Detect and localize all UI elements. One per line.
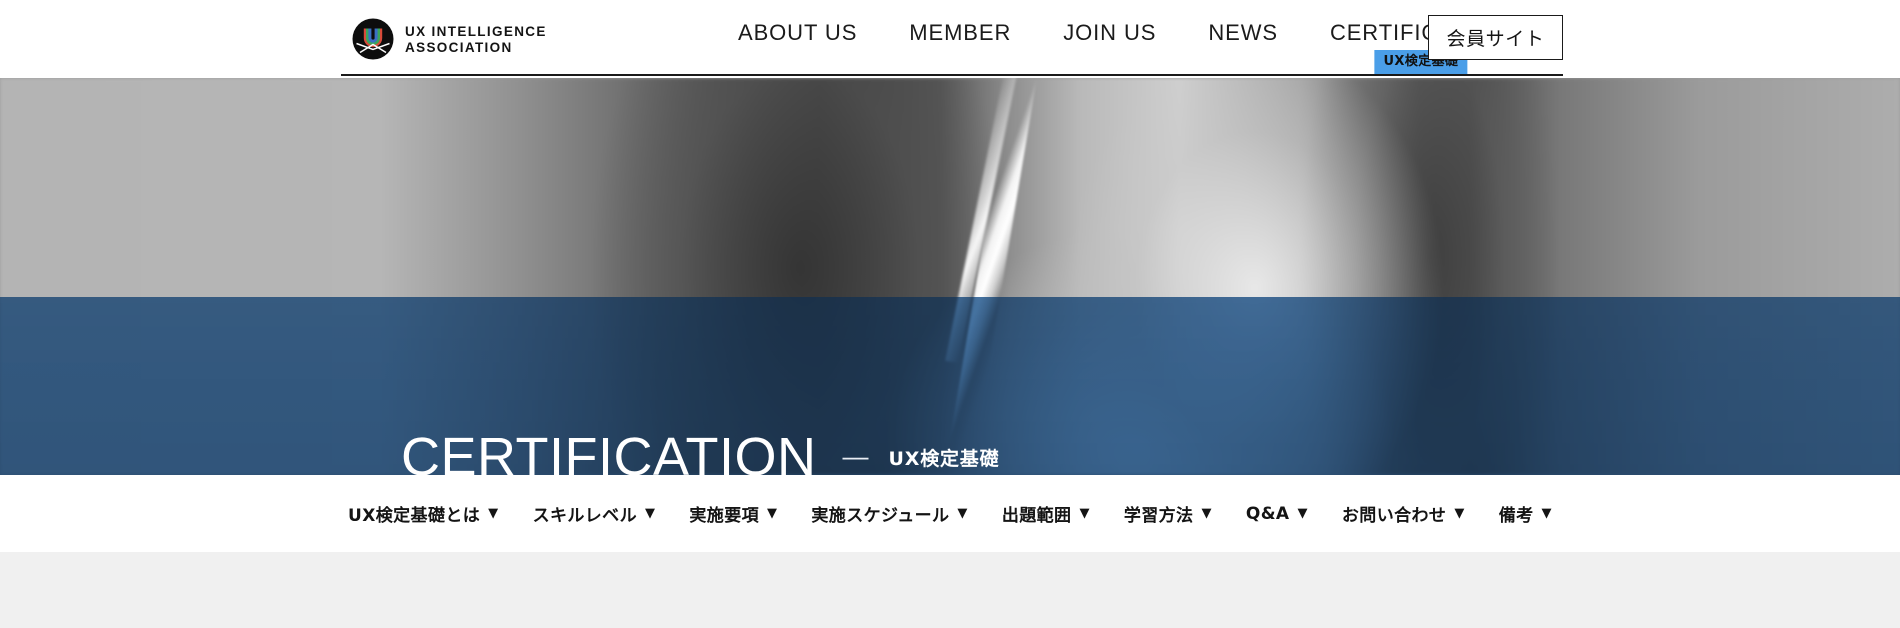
subnav-item-otoiawase[interactable]: お問い合わせ ▼ [1325, 501, 1482, 526]
site-header: UX INTELLIGENCE ASSOCIATION ABOUT US MEM… [0, 0, 1900, 78]
logo-line-1: UX INTELLIGENCE [405, 23, 547, 39]
chevron-down-icon: ▼ [644, 506, 656, 521]
subnav-item-label: 実施スケジュール [811, 506, 950, 526]
nav-item-about-us[interactable]: ABOUT US [712, 20, 883, 46]
subnav-item-label: お問い合わせ [1341, 506, 1447, 526]
chevron-down-icon: ▼ [1079, 506, 1090, 521]
site-logo[interactable]: UX INTELLIGENCE ASSOCIATION [352, 17, 547, 61]
nav-item-label: JOIN US [1063, 20, 1157, 45]
nav-item-news[interactable]: NEWS [1182, 20, 1304, 46]
chevron-down-icon: ▼ [1454, 506, 1465, 521]
subnav-item-jisshi-schedule[interactable]: 実施スケジュール ▼ [794, 501, 984, 526]
subnav-item-ux-kentei-kiso-towa[interactable]: UX検定基礎とは ▼ [331, 501, 516, 526]
nav-item-label: NEWS [1208, 20, 1278, 45]
subnav-item-qa[interactable]: Q&A ▼ [1229, 504, 1325, 524]
hero-heading-group: CERTIFICATION — UX検定基礎 [401, 430, 999, 475]
subnav-item-label: 備考 [1498, 506, 1534, 526]
hero-banner: CERTIFICATION — UX検定基礎 [0, 78, 1900, 475]
subnav-item-label: UX検定基礎とは [348, 506, 481, 526]
subnav-item-shutsudai-hani[interactable]: 出題範囲 ▼ [985, 501, 1107, 526]
content-area [0, 552, 1900, 628]
subnav-item-label: 出題範囲 [1001, 506, 1072, 526]
nav-item-label: ABOUT US [738, 20, 858, 45]
uxia-circle-logo-icon [352, 18, 394, 60]
page-root: UX INTELLIGENCE ASSOCIATION ABOUT US MEM… [0, 0, 1900, 628]
nav-item-member[interactable]: MEMBER [883, 20, 1037, 46]
subnav-item-skill-level[interactable]: スキルレベル ▼ [516, 501, 673, 526]
chevron-down-icon: ▼ [1541, 506, 1552, 521]
subnav-item-label: スキルレベル [532, 506, 637, 526]
subnav-item-label: 実施要項 [689, 506, 759, 526]
site-logo-wordmark: UX INTELLIGENCE ASSOCIATION [405, 24, 547, 55]
subnav-item-gakushu-houhou[interactable]: 学習方法 ▼ [1107, 501, 1229, 526]
member-site-button[interactable]: 会員サイト [1428, 15, 1563, 60]
chevron-down-icon: ▼ [957, 506, 968, 521]
hero-subtitle: UX検定基礎 [888, 448, 1000, 470]
member-site-button-label: 会員サイト [1446, 28, 1545, 50]
subnav-item-label: Q&A [1245, 503, 1290, 524]
logo-line-2: ASSOCIATION [405, 40, 513, 55]
chevron-down-icon: ▼ [767, 506, 778, 521]
chevron-down-icon: ▼ [1297, 506, 1308, 521]
chevron-down-icon: ▼ [1201, 506, 1212, 521]
subnav-item-label: 学習方法 [1123, 506, 1194, 526]
page-title: CERTIFICATION [401, 427, 817, 475]
certification-subnavigation: UX検定基礎とは ▼ スキルレベル ▼ 実施要項 ▼ 実施スケジュール ▼ 出題… [0, 475, 1900, 552]
nav-item-join-us[interactable]: JOIN US [1037, 20, 1182, 46]
hero-separator-dash: — [842, 441, 869, 471]
main-navigation: ABOUT US MEMBER JOIN US NEWS CERTIFICATI… [712, 20, 1534, 74]
subnav-item-jisshi-youkou[interactable]: 実施要項 ▼ [672, 501, 794, 526]
chevron-down-icon: ▼ [488, 506, 499, 521]
nav-item-label: MEMBER [909, 20, 1012, 45]
header-bottom-rule [341, 74, 1563, 76]
subnav-item-bikou[interactable]: 備考 ▼ [1482, 501, 1569, 526]
